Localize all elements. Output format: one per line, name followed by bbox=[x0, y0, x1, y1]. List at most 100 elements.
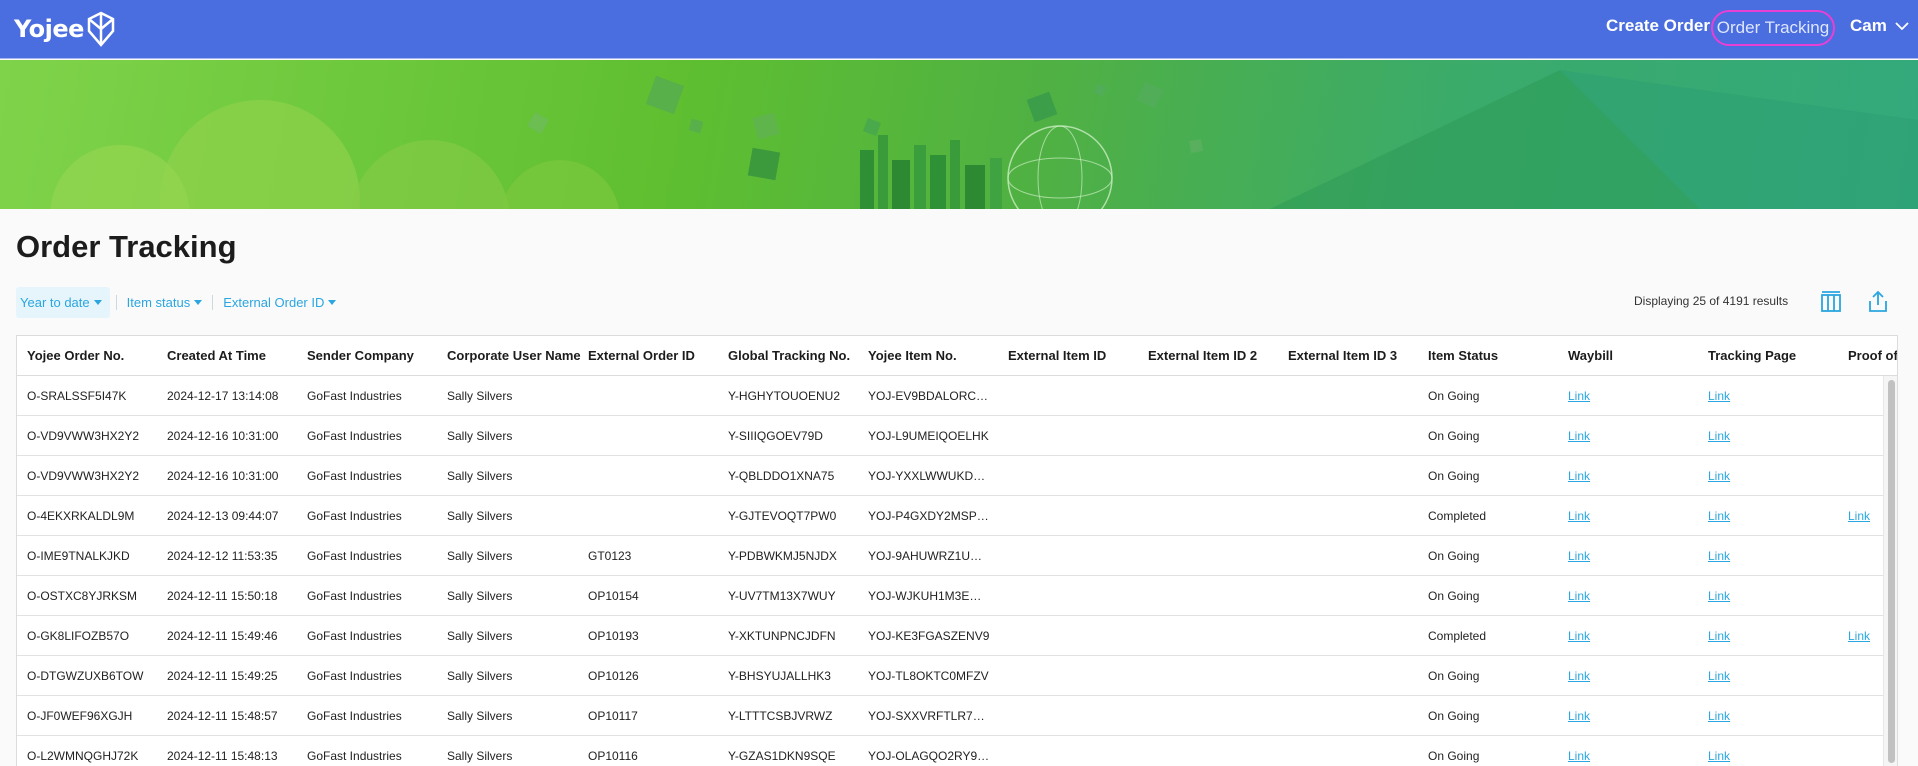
nav-order-tracking[interactable]: Order Tracking bbox=[1711, 10, 1835, 46]
hero-banner bbox=[0, 60, 1918, 209]
table-cell: On Going bbox=[1428, 669, 1480, 683]
row-link[interactable]: Link bbox=[1708, 389, 1730, 403]
filter-external-order-id[interactable]: External Order ID bbox=[219, 287, 340, 318]
row-link[interactable]: Link bbox=[1568, 509, 1590, 523]
table-cell bbox=[1148, 496, 1280, 536]
table-row[interactable]: O-IME9TNALKJKD 2024-12-12 11:53:35 GoFast … bbox=[17, 536, 1883, 576]
table-cell bbox=[1288, 536, 1420, 576]
table-cell: YOJ-WJKUH1M3EW… bbox=[868, 589, 990, 603]
row-link[interactable]: Link bbox=[1568, 469, 1590, 483]
table-row[interactable]: O-DTGWZUXB6TOW 2024-12-11 15:49:25 GoFast … bbox=[17, 656, 1883, 696]
row-link[interactable]: Link bbox=[1708, 709, 1730, 723]
table-cell: Link bbox=[1568, 736, 1700, 766]
table-cell: Link bbox=[1708, 616, 1840, 656]
user-name: Cam bbox=[1850, 16, 1887, 35]
table-cell: Link bbox=[1568, 616, 1700, 656]
row-link[interactable]: Link bbox=[1568, 709, 1590, 723]
table-cell: O-SRALSSF5I47K bbox=[27, 389, 127, 403]
row-link[interactable]: Link bbox=[1708, 469, 1730, 483]
row-link[interactable]: Link bbox=[1708, 509, 1730, 523]
table-cell: YOJ-EV9BDALORCGL bbox=[868, 389, 990, 403]
yojee-logo[interactable]: Yojee bbox=[14, 8, 116, 50]
column-header[interactable]: Created At Time bbox=[167, 336, 299, 376]
column-header[interactable]: Sender Company bbox=[307, 336, 439, 376]
table-cell: Link bbox=[1568, 536, 1700, 576]
page-title: Order Tracking bbox=[16, 229, 237, 264]
table-cell: GoFast Industries bbox=[307, 709, 402, 723]
table-cell: O-IME9TNALKJKD bbox=[27, 549, 130, 563]
filter-bar: Year to date Item status External Order … bbox=[16, 287, 340, 318]
table-cell bbox=[1008, 456, 1140, 496]
table-row[interactable]: O-JF0WEF96XGJH 2024-12-11 15:48:57 GoFast … bbox=[17, 696, 1883, 736]
table-row[interactable]: O-SRALSSF5I47K 2024-12-17 13:14:08 GoFast … bbox=[17, 376, 1883, 416]
row-link[interactable]: Link bbox=[1848, 629, 1870, 643]
table-cell: Link bbox=[1708, 416, 1840, 456]
table-cell bbox=[1288, 736, 1420, 766]
table-cell: YOJ-9AHUWRZ1UH… bbox=[868, 549, 990, 563]
row-link[interactable]: Link bbox=[1568, 749, 1590, 763]
row-link[interactable]: Link bbox=[1568, 669, 1590, 683]
column-header[interactable]: Proof of bbox=[1848, 336, 1897, 376]
table-cell: GT0123 bbox=[588, 549, 632, 563]
table-row[interactable]: O-4EKXRKALDL9M 2024-12-13 09:44:07 GoFast … bbox=[17, 496, 1883, 536]
table-cell bbox=[1288, 416, 1420, 456]
filter-item-status[interactable]: Item status bbox=[123, 287, 207, 318]
table-cell: YOJ-OLAGQO2RY9VY bbox=[868, 749, 990, 763]
table-cell: Link bbox=[1568, 656, 1700, 696]
table-row[interactable]: O-VD9VWW3HX2Y2 2024-12-16 10:31:00 GoFast … bbox=[17, 416, 1883, 456]
row-link[interactable]: Link bbox=[1708, 749, 1730, 763]
nav-create-order[interactable]: Create Order bbox=[1606, 16, 1710, 36]
table-cell: GoFast Industries bbox=[307, 749, 402, 763]
vertical-scrollbar[interactable] bbox=[1883, 376, 1897, 766]
table-cell bbox=[1288, 496, 1420, 536]
row-link[interactable]: Link bbox=[1848, 509, 1870, 523]
table-row[interactable]: O-OSTXC8YJRKSM 2024-12-11 15:50:18 GoFast … bbox=[17, 576, 1883, 616]
table-cell: On Going bbox=[1428, 709, 1480, 723]
row-link[interactable]: Link bbox=[1708, 429, 1730, 443]
table-cell: On Going bbox=[1428, 469, 1480, 483]
caret-down-icon bbox=[194, 300, 203, 305]
column-header[interactable]: External Item ID 3 bbox=[1288, 336, 1420, 376]
column-header[interactable]: External Item ID 2 bbox=[1148, 336, 1280, 376]
table-cell: Sally Silvers bbox=[447, 749, 513, 763]
row-link[interactable]: Link bbox=[1708, 549, 1730, 563]
row-link[interactable]: Link bbox=[1708, 669, 1730, 683]
column-header[interactable]: Global Tracking No. bbox=[728, 336, 860, 376]
table-row[interactable]: O-GK8LIFOZB57O 2024-12-11 15:49:46 GoFast … bbox=[17, 616, 1883, 656]
column-header[interactable]: Waybill bbox=[1568, 336, 1700, 376]
row-link[interactable]: Link bbox=[1708, 629, 1730, 643]
columns-icon[interactable] bbox=[1818, 289, 1844, 315]
column-header[interactable]: External Item ID bbox=[1008, 336, 1140, 376]
table-cell: Link bbox=[1568, 496, 1700, 536]
column-header[interactable]: External Order ID bbox=[588, 336, 720, 376]
row-link[interactable]: Link bbox=[1568, 389, 1590, 403]
row-link[interactable]: Link bbox=[1568, 429, 1590, 443]
table-row[interactable]: O-VD9VWW3HX2Y2 2024-12-16 10:31:00 GoFast … bbox=[17, 456, 1883, 496]
export-icon[interactable] bbox=[1865, 289, 1891, 315]
table-cell bbox=[1008, 696, 1140, 736]
scrollbar-thumb[interactable] bbox=[1888, 380, 1895, 763]
table-cell: Sally Silvers bbox=[447, 509, 513, 523]
user-menu[interactable]: Cam bbox=[1850, 16, 1909, 36]
table-cell: Sally Silvers bbox=[447, 709, 513, 723]
table-cell: Sally Silvers bbox=[447, 669, 513, 683]
row-link[interactable]: Link bbox=[1568, 549, 1590, 563]
row-link[interactable]: Link bbox=[1708, 589, 1730, 603]
table-cell: Link bbox=[1708, 376, 1840, 416]
filter-year-to-date[interactable]: Year to date bbox=[16, 287, 110, 318]
table-cell bbox=[1288, 696, 1420, 736]
column-header[interactable]: Item Status bbox=[1428, 336, 1560, 376]
table-cell bbox=[1148, 576, 1280, 616]
table-row[interactable]: O-L2WMNQGHJ72K 2024-12-11 15:48:13 GoFast … bbox=[17, 736, 1883, 766]
column-header[interactable]: Tracking Page bbox=[1708, 336, 1840, 376]
row-link[interactable]: Link bbox=[1568, 629, 1590, 643]
table-cell: OP10116 bbox=[588, 749, 638, 763]
table-cell: Link bbox=[1708, 576, 1840, 616]
column-header[interactable]: Corporate User Name bbox=[447, 336, 583, 376]
row-link[interactable]: Link bbox=[1568, 589, 1590, 603]
table-cell: GoFast Industries bbox=[307, 469, 402, 483]
column-header[interactable]: Yojee Item No. bbox=[868, 336, 990, 376]
column-header[interactable]: Yojee Order No. bbox=[27, 336, 159, 376]
table-cell: OP10193 bbox=[588, 629, 639, 643]
table-cell bbox=[1008, 376, 1140, 416]
